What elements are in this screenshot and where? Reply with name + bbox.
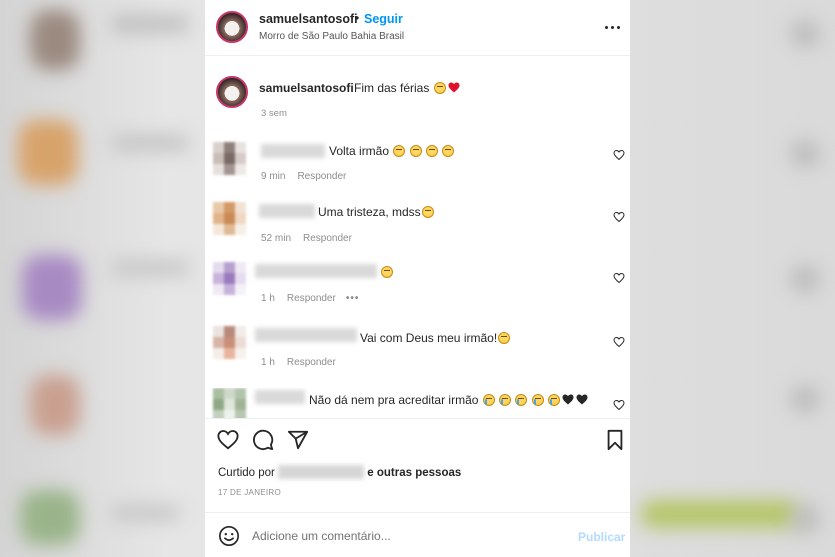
crying-emoji-icon <box>531 394 544 406</box>
post-actions: Curtido por e outras pessoas 17 DE JANEI… <box>205 418 630 508</box>
red-heart-icon <box>448 82 460 93</box>
black-heart-icon <box>562 394 574 405</box>
location-link[interactable]: Morro de São Paulo Bahia Brasil <box>259 31 404 42</box>
comment-item: Uma tristeza, mdss 52 min Responder <box>205 202 630 260</box>
crying-emoji-icon <box>515 394 528 406</box>
commenter-avatar[interactable] <box>213 202 246 235</box>
caption-text-body: Fim das férias <box>354 81 430 95</box>
others-link[interactable]: e outras pessoas <box>367 467 461 479</box>
comment-text: Uma tristeza, mdss <box>318 205 434 219</box>
save-bookmark-icon[interactable] <box>604 429 626 451</box>
add-comment-bar: Publicar <box>205 512 630 557</box>
liked-by-text: Curtido por e outras pessoas <box>218 465 461 479</box>
like-comment-heart-icon[interactable] <box>613 211 625 223</box>
caption-text: Fim das férias <box>354 81 460 95</box>
sad-emoji-icon <box>498 332 511 344</box>
commenter-avatar[interactable] <box>213 142 246 175</box>
commenter-avatar[interactable] <box>213 388 246 418</box>
black-heart-icon <box>576 394 588 405</box>
comment-meta: 1 h Responder ••• <box>261 293 359 304</box>
comment-text-body: Volta irmão <box>329 144 390 158</box>
sad-emoji-icon <box>421 206 434 218</box>
reply-button[interactable]: Responder <box>287 293 336 304</box>
comment-time: 9 min <box>261 171 286 182</box>
post-header: samuelsantosofi • Seguir Morro de São Pa… <box>205 0 630 56</box>
comment-text: Volta irmão <box>329 144 455 158</box>
follow-button[interactable]: Seguir <box>364 12 403 26</box>
caption-time: 3 sem <box>261 108 287 119</box>
like-comment-heart-icon[interactable] <box>613 149 625 161</box>
commenter-avatar[interactable] <box>213 326 246 359</box>
commenter-username-blurred[interactable] <box>255 264 377 278</box>
comment-time: 52 min <box>261 233 292 244</box>
grin-emoji-icon <box>433 82 446 94</box>
more-options-icon[interactable] <box>603 20 623 34</box>
comment-text-body: Não dá nem pra acreditar irmão <box>309 393 479 407</box>
comment-bubble-icon[interactable] <box>252 429 274 451</box>
publish-button[interactable]: Publicar <box>578 530 625 544</box>
crying-emoji-icon <box>482 394 495 406</box>
comment-item: Vai com Deus meu irmão! 1 h Responder <box>205 326 630 384</box>
comment-text-body: Vai com Deus meu irmão! <box>360 331 498 345</box>
comment-text: Vai com Deus meu irmão! <box>360 331 511 345</box>
reply-button[interactable]: Responder <box>303 233 352 244</box>
crying-emoji-icon <box>499 394 512 406</box>
sad-emoji-icon <box>381 266 393 278</box>
sad-emoji-icon <box>409 145 422 157</box>
caption-username[interactable]: samuelsantosofi <box>259 81 354 95</box>
comment-text: Não dá nem pra acreditar irmão <box>309 393 588 407</box>
reply-button[interactable]: Responder <box>297 171 346 182</box>
comment-item: Volta irmão 9 min Responder <box>205 142 630 200</box>
like-comment-heart-icon[interactable] <box>613 399 625 411</box>
commenter-username-blurred[interactable] <box>255 390 305 404</box>
like-heart-icon[interactable] <box>217 429 239 451</box>
comment-meta: 9 min Responder <box>261 171 346 182</box>
avatar[interactable] <box>216 11 248 43</box>
commenter-username-blurred[interactable] <box>261 144 325 158</box>
comment-item: Não dá nem pra acreditar irmão <box>205 388 630 418</box>
comment-text-body: Uma tristeza, mdss <box>318 205 421 219</box>
emoji-smile-icon[interactable] <box>218 525 240 547</box>
post-date: 17 DE JANEIRO <box>218 488 282 497</box>
commenter-username-blurred[interactable] <box>259 204 315 218</box>
like-comment-heart-icon[interactable] <box>613 272 625 284</box>
crying-emoji-icon <box>548 394 561 406</box>
comment-meta: 1 h Responder <box>261 357 336 368</box>
liker-username-blurred[interactable] <box>278 465 365 479</box>
sad-emoji-icon <box>393 145 406 157</box>
comment-time: 1 h <box>261 293 275 304</box>
sad-emoji-icon <box>426 145 439 157</box>
separator-dot: • <box>355 11 360 25</box>
reply-button[interactable]: Responder <box>287 357 336 368</box>
share-send-icon[interactable] <box>287 429 309 451</box>
post-panel: samuelsantosofi • Seguir Morro de São Pa… <box>205 0 630 557</box>
sad-emoji-icon <box>442 145 455 157</box>
liked-by-prefix: Curtido por <box>218 467 275 479</box>
like-comment-heart-icon[interactable] <box>613 336 625 348</box>
comment-item: 1 h Responder ••• <box>205 262 630 320</box>
comment-meta: 52 min Responder <box>261 233 352 244</box>
comment-time: 1 h <box>261 357 275 368</box>
comment-input[interactable] <box>252 525 552 547</box>
comment-options-button[interactable]: ••• <box>346 293 360 304</box>
username-link[interactable]: samuelsantosofi <box>259 12 358 26</box>
commenter-username-blurred[interactable] <box>255 328 357 342</box>
caption-avatar[interactable] <box>216 76 248 108</box>
comment-text <box>380 265 393 279</box>
commenter-avatar[interactable] <box>213 262 246 295</box>
